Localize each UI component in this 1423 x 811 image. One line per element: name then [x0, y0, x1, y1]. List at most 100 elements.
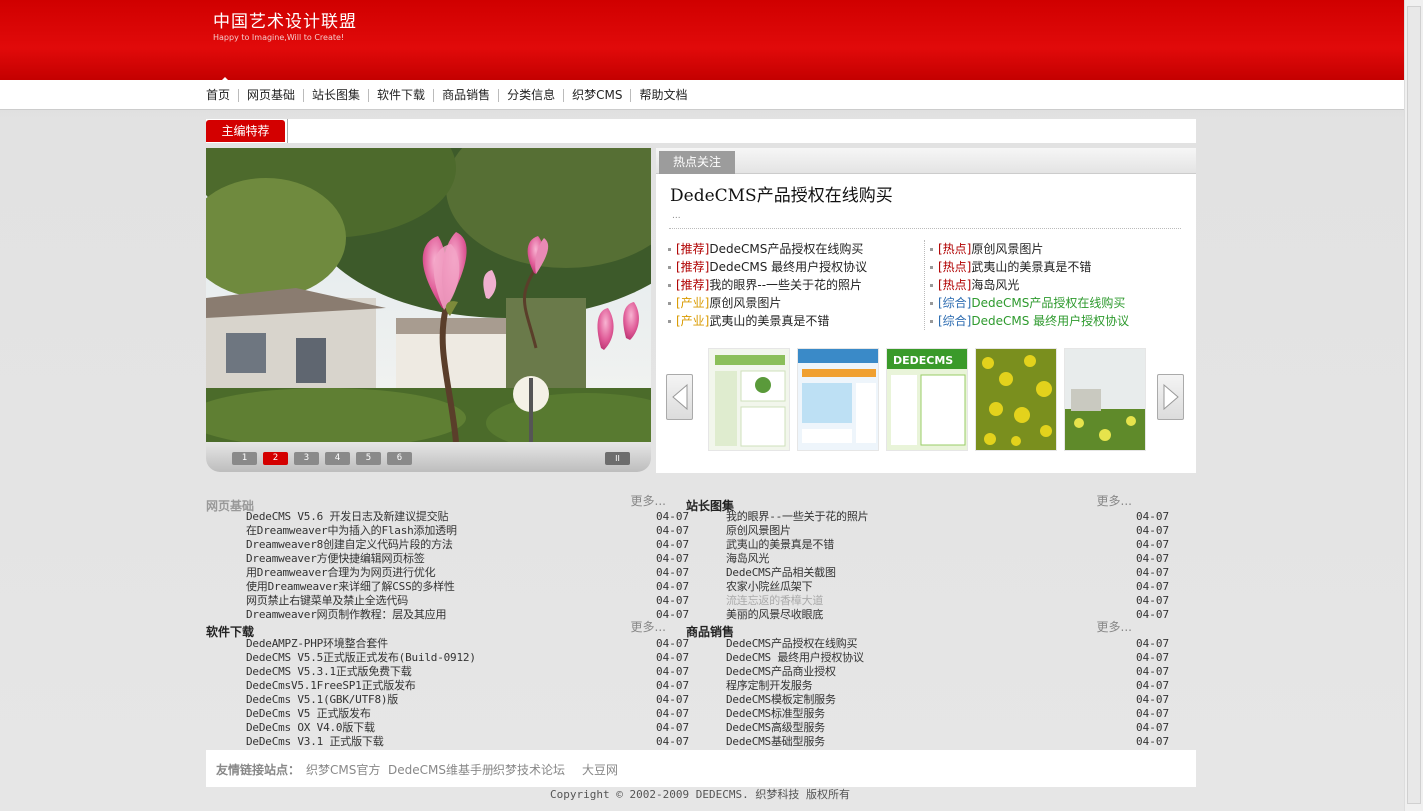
list-item[interactable]: DeDeCms OX V4.0版下载 04-07 [206, 721, 696, 735]
friend-link[interactable]: DedeCMS维基手册 [388, 761, 494, 778]
article-list: DedeCMS V5.6 开发日志及新建议提交贴 04-07 在Dreamweav… [206, 510, 696, 622]
item-tag: [热点] [938, 278, 972, 292]
list-item[interactable]: DedeAMPZ-PHP环境整合套件 04-07 [206, 637, 696, 651]
list-item[interactable]: DedeCMS产品相关截图 04-07 [686, 566, 1176, 580]
thumbnail-flowers[interactable] [975, 348, 1057, 451]
item-tag: [推荐] [676, 260, 710, 274]
slide-page-6[interactable]: 6 [387, 452, 412, 465]
list-item[interactable]: DedeCMS标准型服务 04-07 [686, 707, 1176, 721]
item-tag: [推荐] [676, 278, 710, 292]
nav-item-shop[interactable]: 商品销售 [433, 88, 498, 102]
list-item[interactable]: 流连忘返的香樟大道 04-07 [686, 594, 1176, 608]
more-link[interactable]: 更多... [631, 492, 666, 509]
slide-page-3[interactable]: 3 [294, 452, 319, 465]
recommend-label[interactable]: 主编特荐 [206, 120, 285, 142]
list-item[interactable]: DedeCMS V5.5正式版正式发布(Build-0912) 04-07 [206, 651, 696, 665]
pause-button[interactable]: II [605, 452, 630, 465]
list-item[interactable]: Dreamweaver网页制作教程：层及其应用 04-07 [206, 608, 696, 622]
list-item[interactable]: DeDeCms V3.1 正式版下载 04-07 [206, 735, 696, 749]
list-item[interactable]: 我的眼界--一些关于花的照片 04-07 [686, 510, 1176, 524]
list-item[interactable]: 使用Dreamweaver来详细了解CSS的多样性 04-07 [206, 580, 696, 594]
scrollbar-thumb[interactable] [1407, 6, 1421, 804]
tab-hot[interactable]: 热点关注 [659, 151, 735, 174]
list-item[interactable]: Dreamweaver8创建自定义代码片段的方法 04-07 [206, 538, 696, 552]
friend-link[interactable]: 织梦CMS官方 [306, 761, 380, 778]
hot-list-item[interactable]: [产业]武夷山的美景真是不错 [668, 312, 867, 330]
more-link[interactable]: 更多... [1097, 618, 1132, 635]
hot-list-item[interactable]: [热点]海岛风光 [930, 276, 1129, 294]
list-item[interactable]: 海岛风光 04-07 [686, 552, 1176, 566]
thumbnail-screenshot-2[interactable] [797, 348, 879, 451]
list-item[interactable]: DedeCMS V5.3.1正式版免费下载 04-07 [206, 665, 696, 679]
site-logo[interactable]: 中国艺术设计联盟 Happy to Imagine,Will to Create… [213, 7, 357, 42]
vertical-scrollbar[interactable] [1404, 0, 1423, 811]
nav-item-web[interactable]: 网页基础 [238, 88, 303, 102]
hot-headline[interactable]: DedeCMS产品授权在线购买 [670, 181, 893, 206]
thumbnail-screenshot-3[interactable]: DEDECMS [886, 348, 968, 451]
slide-page-4[interactable]: 4 [325, 452, 350, 465]
thumbnail-garden[interactable] [1064, 348, 1146, 451]
nav-item-software[interactable]: 软件下载 [368, 88, 433, 102]
carousel-prev-button[interactable] [666, 374, 693, 420]
list-item[interactable]: DedeCMS产品商业授权 04-07 [686, 665, 1176, 679]
more-link[interactable]: 更多... [1097, 492, 1132, 509]
item-tag: [产业] [676, 296, 710, 310]
nav-item-classified[interactable]: 分类信息 [498, 88, 563, 102]
list-item[interactable]: 程序定制开发服务 04-07 [686, 679, 1176, 693]
svg-text:DEDECMS: DEDECMS [893, 354, 953, 367]
item-title: 武夷山的美景真是不错 [709, 314, 830, 328]
hot-list-item[interactable]: [推荐]我的眼界--一些关于花的照片 [668, 276, 867, 294]
list-item[interactable]: 原创风景图片 04-07 [686, 524, 1176, 538]
list-item[interactable]: DedeCms V5.1(GBK/UTF8)版 04-07 [206, 693, 696, 707]
slideshow[interactable] [206, 148, 651, 473]
nav-item-gallery[interactable]: 站长图集 [303, 88, 368, 102]
hot-column-divider [924, 240, 925, 330]
thumbnail-screenshot-1[interactable] [708, 348, 790, 451]
hot-list-item[interactable]: [综合]DedeCMS产品授权在线购买 [930, 294, 1129, 312]
hot-list-item[interactable]: [推荐]DedeCMS 最终用户授权协议 [668, 258, 867, 276]
list-item[interactable]: 农家小院丝瓜架下 04-07 [686, 580, 1176, 594]
hot-tabstrip: 热点关注 [656, 148, 1196, 174]
list-item[interactable]: 网页禁止右键菜单及禁止全选代码 04-07 [206, 594, 696, 608]
list-item[interactable]: DedeCMS V5.6 开发日志及新建议提交贴 04-07 [206, 510, 696, 524]
hot-list-item[interactable]: [产业]原创风景图片 [668, 294, 867, 312]
hot-list-item[interactable]: [综合]DedeCMS 最终用户授权协议 [930, 312, 1129, 330]
friend-link[interactable]: 大豆网 [582, 761, 618, 778]
list-item[interactable]: 武夷山的美景真是不错 04-07 [686, 538, 1176, 552]
item-title: 海岛风光 [971, 278, 1020, 292]
list-item[interactable]: DedeCMS高级型服务 04-07 [686, 721, 1176, 735]
item-tag: [产业] [676, 314, 710, 328]
logo-title: 中国艺术设计联盟 [213, 12, 357, 32]
list-item[interactable]: 在Dreamweaver中为插入的Flash添加透明 04-07 [206, 524, 696, 538]
list-item[interactable]: Dreamweaver方便快捷编辑网页标签 04-07 [206, 552, 696, 566]
hot-list-item[interactable]: [推荐]DedeCMS产品授权在线购买 [668, 240, 867, 258]
header-banner: 中国艺术设计联盟 Happy to Imagine,Will to Create… [0, 0, 1404, 80]
nav-item-help[interactable]: 帮助文档 [630, 88, 695, 102]
hot-list-item[interactable]: [热点]原创风景图片 [930, 240, 1129, 258]
list-item[interactable]: DedeCMS模板定制服务 04-07 [686, 693, 1176, 707]
slide-page-2[interactable]: 2 [263, 452, 288, 465]
more-link[interactable]: 更多... [631, 618, 666, 635]
list-item[interactable]: DeDeCms V5 正式版发布 04-07 [206, 707, 696, 721]
hot-headline-desc: ... [672, 211, 681, 221]
slide-page-1[interactable]: 1 [232, 452, 257, 465]
list-item[interactable]: DedeCMS基础型服务 04-07 [686, 735, 1176, 749]
item-tag: [综合] [938, 296, 972, 310]
slide-photo-magnolia[interactable] [206, 148, 651, 442]
nav-item-dedecms[interactable]: 织梦CMS [563, 88, 630, 102]
section-web-basics: 网页基础 更多... DedeCMS V5.6 开发日志及新建议提交贴 04-07… [206, 494, 696, 621]
item-tag: [推荐] [676, 242, 710, 256]
item-title: DedeCMS产品授权在线购买 [709, 242, 864, 256]
item-title: 武夷山的美景真是不错 [971, 260, 1092, 274]
item-title: DedeCMS 最终用户授权协议 [971, 314, 1130, 328]
slide-page-5[interactable]: 5 [356, 452, 381, 465]
friend-link[interactable]: 织梦技术论坛 [493, 761, 565, 778]
list-item[interactable]: DedeCMS产品授权在线购买 04-07 [686, 637, 1176, 651]
article-list: DedeAMPZ-PHP环境整合套件 04-07 DedeCMS V5.5正式版正… [206, 637, 696, 749]
list-item[interactable]: DedeCMS 最终用户授权协议 04-07 [686, 651, 1176, 665]
nav-item-home[interactable]: 首页 [206, 88, 238, 102]
list-item[interactable]: DedeCmsV5.1FreeSP1正式版发布 04-07 [206, 679, 696, 693]
list-item[interactable]: 用Dreamweaver合理为为网页进行优化 04-07 [206, 566, 696, 580]
carousel-next-button[interactable] [1157, 374, 1184, 420]
hot-list-item[interactable]: [热点]武夷山的美景真是不错 [930, 258, 1129, 276]
